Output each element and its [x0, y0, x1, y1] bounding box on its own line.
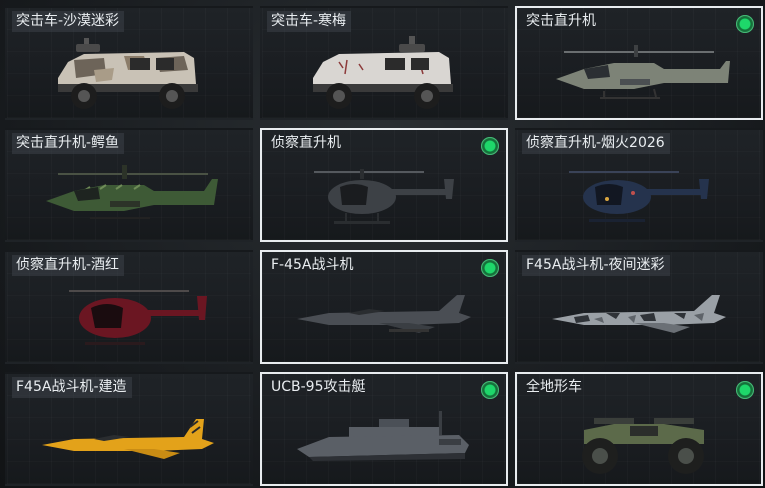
scout-helicopter-icon [262, 152, 506, 240]
armored-car-desert-camo-icon [7, 30, 251, 118]
vehicle-name: 突击直升机-鳄鱼 [12, 133, 125, 154]
vehicle-grid: 突击车-沙漠迷彩 突击车-寒梅 突击直升机 突击直升机-鳄鱼 侦察直升机 侦察直… [0, 0, 765, 488]
fighter-jet-icon [262, 274, 506, 362]
vehicle-card-1[interactable]: 突击车-寒梅 [260, 6, 508, 120]
attack-boat-icon [262, 396, 506, 484]
vehicle-card-10[interactable]: UCB-95攻击艇 [260, 372, 508, 486]
vehicle-card-6[interactable]: 侦察直升机-酒红 [5, 250, 253, 364]
vehicle-name: F45A战斗机-夜间迷彩 [522, 255, 670, 276]
vehicle-name: 侦察直升机-烟火2026 [522, 133, 670, 154]
scout-helicopter-burgundy-icon [7, 274, 251, 362]
vehicle-card-5[interactable]: 侦察直升机-烟火2026 [515, 128, 763, 242]
vehicle-card-7[interactable]: F-45A战斗机 [260, 250, 508, 364]
vehicle-name: 突击直升机 [526, 13, 596, 29]
vehicle-name: 突击车-寒梅 [267, 11, 352, 32]
attack-helicopter-icon [517, 30, 761, 118]
attack-helicopter-crocodile-icon [7, 152, 251, 240]
armored-car-winter-plum-icon [262, 30, 506, 118]
fighter-jet-construction-icon [7, 396, 251, 484]
vehicle-card-3[interactable]: 突击直升机-鳄鱼 [5, 128, 253, 242]
vehicle-card-8[interactable]: F45A战斗机-夜间迷彩 [515, 250, 763, 364]
vehicle-card-0[interactable]: 突击车-沙漠迷彩 [5, 6, 253, 120]
vehicle-card-4[interactable]: 侦察直升机 [260, 128, 508, 242]
vehicle-card-11[interactable]: 全地形车 [515, 372, 763, 486]
vehicle-name: UCB-95攻击艇 [271, 379, 366, 395]
vehicle-name: 侦察直升机 [271, 135, 341, 151]
vehicle-card-9[interactable]: F45A战斗机-建造 [5, 372, 253, 486]
atv-icon [517, 396, 761, 484]
vehicle-name: 侦察直升机-酒红 [12, 255, 125, 276]
scout-helicopter-fireworks-icon [517, 152, 761, 240]
vehicle-name: 突击车-沙漠迷彩 [12, 11, 125, 32]
vehicle-name: 全地形车 [526, 379, 582, 395]
vehicle-card-2[interactable]: 突击直升机 [515, 6, 763, 120]
vehicle-name: F-45A战斗机 [271, 257, 354, 273]
vehicle-name: F45A战斗机-建造 [12, 377, 132, 398]
fighter-jet-night-camo-icon [517, 274, 761, 362]
